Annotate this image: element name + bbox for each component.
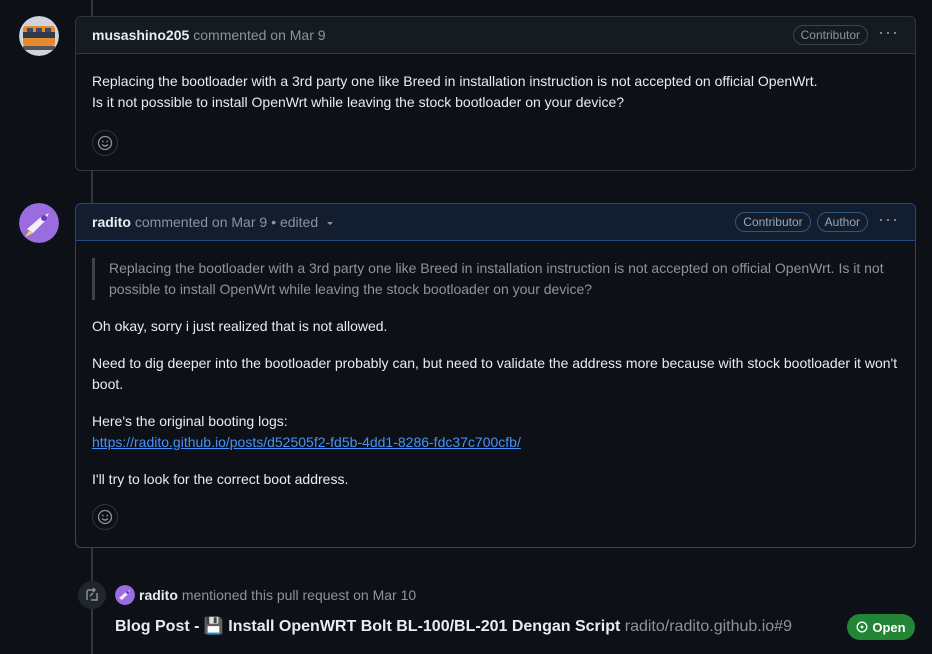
pr-open-icon: [856, 621, 868, 633]
pull-request-reference[interactable]: Blog Post - 💾 Install OpenWRT Bolt BL-10…: [115, 616, 792, 636]
edited-dropdown[interactable]: • edited: [271, 214, 335, 230]
add-reaction-button[interactable]: [92, 504, 118, 530]
comment-body-line: Replacing the bootloader with a 3rd part…: [92, 73, 818, 89]
comment-paragraph: Here's the original booting logs: https:…: [92, 411, 899, 453]
comment-author[interactable]: radito: [92, 214, 131, 230]
avatar-radito-small[interactable]: [115, 585, 135, 605]
booting-logs-link[interactable]: https://radito.github.io/posts/d52505f2-…: [92, 434, 521, 450]
comment-musashino205: musashino205 commented on Mar 9 Contribu…: [75, 16, 916, 171]
comment-body-line: Is it not possible to install OpenWrt wh…: [92, 94, 625, 110]
comment-paragraph: Oh okay, sorry i just realized that is n…: [92, 318, 388, 334]
cross-reference-icon: [78, 581, 106, 609]
comment-header: musashino205 commented on Mar 9 Contribu…: [76, 17, 915, 54]
comment-timestamp[interactable]: commented on Mar 9: [193, 27, 325, 43]
quoted-reply: Replacing the bootloader with a 3rd part…: [92, 258, 899, 300]
kebab-icon[interactable]: ···: [878, 210, 899, 230]
comment-header: radito commented on Mar 9 • edited Contr…: [76, 204, 915, 241]
cross-reference-event: radito mentioned this pull request on Ma…: [115, 585, 416, 605]
comment-timestamp[interactable]: commented on Mar 9: [135, 214, 267, 230]
contributor-badge: Contributor: [792, 25, 869, 45]
event-author[interactable]: radito: [139, 587, 178, 603]
contributor-badge: Contributor: [735, 212, 811, 232]
event-action: mentioned this pull request on Mar 10: [181, 587, 417, 603]
add-reaction-button[interactable]: [92, 130, 118, 156]
avatar-radito[interactable]: [19, 203, 59, 243]
comment-author[interactable]: musashino205: [92, 27, 189, 43]
status-badge: Open: [847, 614, 915, 640]
status-label: Open: [872, 619, 906, 635]
author-badge: Author: [816, 212, 869, 232]
comment-paragraph: I'll try to look for the correct boot ad…: [92, 471, 349, 487]
kebab-icon[interactable]: ···: [878, 23, 899, 43]
smiley-icon: [97, 135, 113, 151]
avatar-musashino205[interactable]: [19, 16, 59, 56]
smiley-icon: [97, 509, 113, 525]
comment-text: Here's the original booting logs:: [92, 413, 288, 429]
chevron-down-icon: [327, 222, 334, 226]
pull-request-title[interactable]: Blog Post - 💾 Install OpenWRT Bolt BL-10…: [115, 618, 620, 635]
comment-paragraph: Need to dig deeper into the bootloader p…: [92, 355, 898, 392]
pull-request-repo[interactable]: radito/radito.github.io#9: [625, 618, 792, 635]
comment-radito: radito commented on Mar 9 • edited Contr…: [75, 203, 916, 548]
